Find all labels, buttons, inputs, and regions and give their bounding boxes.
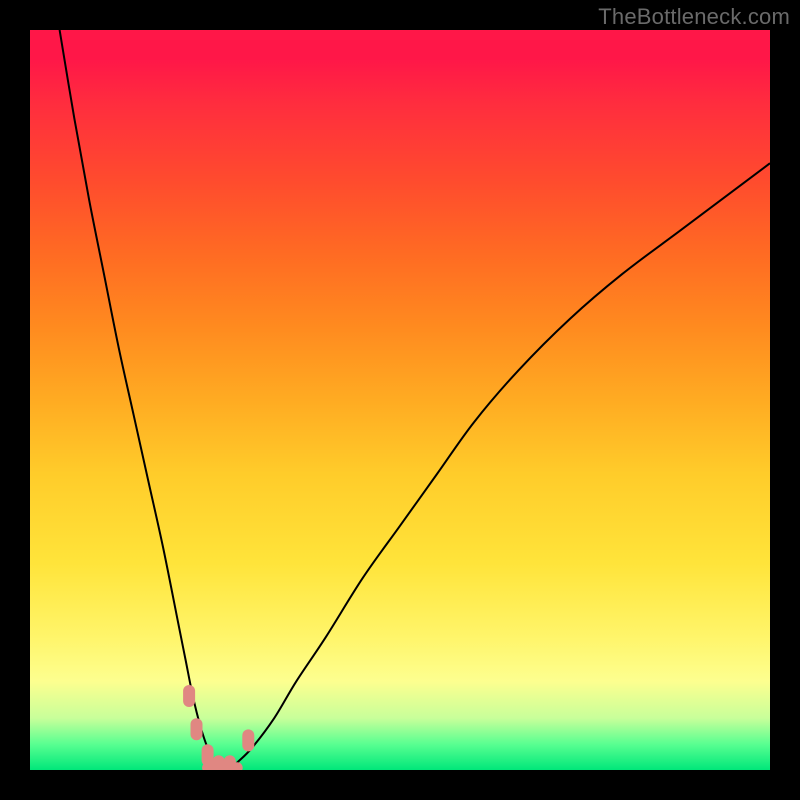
watermark-text: TheBottleneck.com (598, 4, 790, 30)
plot-area (30, 30, 770, 770)
chart-frame: TheBottleneck.com (0, 0, 800, 800)
bottleneck-curve (60, 30, 770, 770)
chart-overlay (30, 30, 770, 770)
marker-dot (242, 729, 254, 751)
marker-dot (191, 718, 203, 740)
marker-dot (183, 685, 195, 707)
